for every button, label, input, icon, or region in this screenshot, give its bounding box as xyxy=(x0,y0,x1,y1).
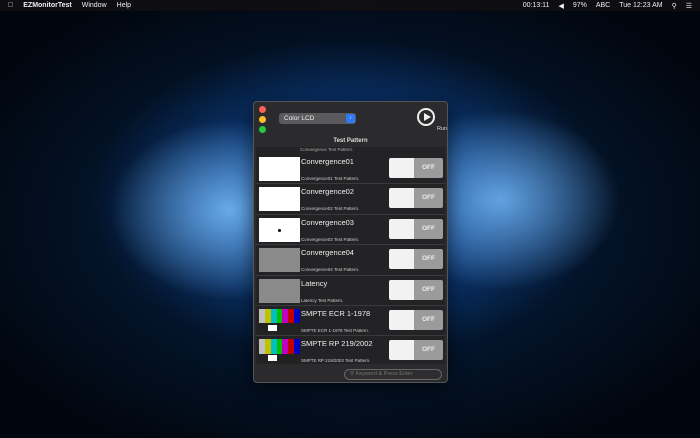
pattern-thumbnail xyxy=(259,339,301,364)
pattern-title: Convergence03 xyxy=(301,217,354,227)
pattern-thumbnail xyxy=(259,278,300,303)
pattern-description: Convergence04 Test Pattern. xyxy=(301,267,360,273)
pattern-toggle[interactable]: OFF xyxy=(389,158,443,178)
list-header: Test Pattern xyxy=(333,138,368,144)
pattern-thumbnail xyxy=(259,248,300,273)
toggle-state: OFF xyxy=(414,218,443,239)
pattern-row[interactable]: Convergence03 Convergence03 Test Pattern… xyxy=(256,215,445,246)
pattern-title: SMPTE RP 219/2002 xyxy=(301,339,373,349)
run-label: Run xyxy=(437,126,448,132)
menu-list-icon[interactable]: ☰ xyxy=(686,2,692,10)
pattern-toggle[interactable]: OFF xyxy=(389,249,443,270)
zoom-button[interactable] xyxy=(259,126,266,133)
toggle-state: OFF xyxy=(414,188,443,209)
pattern-toggle[interactable]: OFF xyxy=(389,188,443,209)
pattern-row[interactable]: Convergence02 Convergence02 Test Pattern… xyxy=(256,184,445,215)
apple-icon[interactable]:  xyxy=(8,2,13,9)
pattern-thumbnail xyxy=(259,157,300,181)
toggle-knob xyxy=(389,309,414,330)
pattern-description: Convergence01 Test Pattern. xyxy=(301,176,360,181)
toggle-knob xyxy=(389,158,414,178)
chevron-updown-icon: ↕ xyxy=(346,114,355,123)
pattern-description: Convergence03 Test Pattern. xyxy=(301,236,360,242)
toggle-state: OFF xyxy=(414,340,443,361)
run-button[interactable] xyxy=(417,108,435,126)
search-icon[interactable]: ⚲ xyxy=(672,2,677,10)
pattern-toggle[interactable]: OFF xyxy=(389,309,443,330)
close-button[interactable] xyxy=(259,106,266,113)
timer-status[interactable]: 00:13:11 xyxy=(523,2,550,9)
volume-icon[interactable]: ◀ xyxy=(558,2,563,10)
pattern-toggle[interactable]: OFF xyxy=(389,218,443,239)
pattern-thumbnail xyxy=(259,217,300,242)
pattern-title: Convergence02 xyxy=(301,187,354,197)
battery-status[interactable]: 97% xyxy=(573,2,587,9)
clock[interactable]: Tue 12:23 AM xyxy=(619,2,662,9)
pattern-title: Latency xyxy=(301,278,328,288)
toggle-state: OFF xyxy=(414,249,443,270)
pattern-row[interactable]: Convergence01 Convergence01 Test Pattern… xyxy=(256,154,445,185)
toggle-state: OFF xyxy=(414,158,443,178)
pattern-thumbnail xyxy=(259,187,300,212)
pattern-toggle[interactable]: OFF xyxy=(389,279,443,300)
display-select-value: Color LCD xyxy=(284,115,315,122)
menu-app[interactable]: EZMonitorTest xyxy=(23,2,71,9)
display-select[interactable]: Color LCD ↕ xyxy=(279,113,356,124)
minimize-button[interactable] xyxy=(259,116,266,123)
pattern-list[interactable]: Convergence Test Pattern. Convergence01 … xyxy=(256,147,445,364)
toggle-knob xyxy=(389,340,414,361)
toggle-knob xyxy=(389,218,414,239)
input-source[interactable]: ABC xyxy=(596,2,610,9)
menu-window[interactable]: Window xyxy=(82,2,107,9)
search-input[interactable]: ⚲ Keyword & Press Enter xyxy=(344,369,442,380)
pattern-row[interactable]: SMPTE ECR 1-1978 SMPTE ECR 1-1978 Test P… xyxy=(256,306,445,337)
app-window: Color LCD ↕ Run Test Pattern Convergence … xyxy=(253,101,448,383)
pattern-description: Convergence02 Test Pattern. xyxy=(301,206,360,212)
pattern-thumbnail xyxy=(259,308,301,333)
toggle-state: OFF xyxy=(414,279,443,300)
pattern-toggle[interactable]: OFF xyxy=(389,340,443,361)
toggle-knob xyxy=(389,188,414,209)
toggle-state: OFF xyxy=(414,309,443,330)
search-placeholder: Keyword & Press Enter xyxy=(355,371,413,377)
toggle-knob xyxy=(389,249,414,270)
partial-row: Convergence Test Pattern. xyxy=(300,147,354,152)
pattern-description: SMPTE RP 219/2002 Test Pattern. xyxy=(301,358,371,364)
menu-bar:  EZMonitorTest Window Help 00:13:11 ◀ 9… xyxy=(0,0,700,11)
pattern-row[interactable]: Latency Latency Test Pattern. OFF xyxy=(256,276,445,306)
pattern-row[interactable]: SMPTE RP 219/2002 SMPTE RP 219/2002 Test… xyxy=(256,336,445,364)
pattern-description: Latency Test Pattern. xyxy=(301,297,344,303)
pattern-description: SMPTE ECR 1-1978 Test Pattern. xyxy=(301,327,369,333)
pattern-row[interactable]: Convergence04 Convergence04 Test Pattern… xyxy=(256,245,445,276)
pattern-title: SMPTE ECR 1-1978 xyxy=(301,308,371,318)
toggle-knob xyxy=(389,279,414,300)
pattern-title: Convergence04 xyxy=(301,248,354,258)
menu-help[interactable]: Help xyxy=(117,2,131,9)
pattern-title: Convergence01 xyxy=(301,157,354,166)
